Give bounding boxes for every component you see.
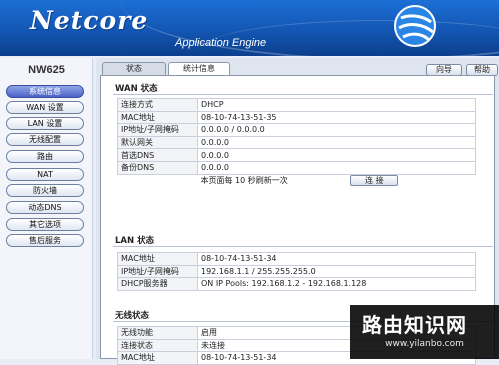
sidebar-item-wan[interactable]: WAN 设置 — [6, 101, 84, 114]
sidebar-item-lan[interactable]: LAN 设置 — [6, 117, 84, 130]
sidebar-item-ddns[interactable]: 动态DNS — [6, 201, 84, 214]
row-value: 0.0.0.0 — [197, 160, 476, 175]
divider — [113, 246, 493, 247]
row-key: 默认网关 — [117, 135, 198, 150]
watermark-title: 路由知识网 — [362, 313, 467, 337]
watermark-box: 路由知识网 www.yilanbo.com — [350, 305, 499, 359]
row-key: MAC地址 — [117, 110, 198, 125]
table-row: 连接方式 DHCP — [117, 98, 476, 112]
sidebar-item-nat[interactable]: NAT — [6, 168, 84, 181]
row-value: 0.0.0.0 — [197, 148, 476, 162]
watermark-url: www.yilanbo.com — [385, 339, 464, 349]
row-key: IP地址/子网掩码 — [117, 264, 198, 279]
tab-status[interactable]: 状态 — [102, 62, 166, 75]
table-row: 默认网关 0.0.0.0 — [117, 135, 476, 150]
table-row: 备份DNS 0.0.0.0 — [117, 160, 476, 175]
sidebar: NW625 系统信息 WAN 设置 LAN 设置 无线配置 路由 NAT 防火墙… — [0, 58, 93, 359]
wan-section-title: WAN 状态 — [115, 84, 158, 94]
table-row: MAC地址 08-10-74-13-51-34 — [117, 252, 476, 266]
header-subtitle: Application Engine — [175, 37, 267, 49]
table-row: IP地址/子网掩码 0.0.0.0 / 0.0.0.0 — [117, 123, 476, 137]
sidebar-item-routing[interactable]: 路由 — [6, 150, 84, 163]
row-value: 192.168.1.1 / 255.255.255.0 — [197, 264, 476, 279]
row-key: DHCP服务器 — [117, 277, 198, 291]
row-key: MAC地址 — [117, 252, 198, 266]
row-key: 无线功能 — [117, 326, 198, 340]
header-banner: Netcore Application Engine — [0, 0, 499, 56]
table-row: DHCP服务器 ON IP Pools: 192.168.1.2 - 192.16… — [117, 277, 476, 291]
wireless-section-title: 无线状态 — [115, 311, 150, 321]
refresh-row: 本页面每 10 秒刷新一次 连 接 — [117, 174, 476, 187]
empty-cell — [117, 174, 198, 187]
lan-status-table: MAC地址 08-10-74-13-51-34 IP地址/子网掩码 192.168.… — [117, 252, 476, 291]
table-row: 首选DNS 0.0.0.0 — [117, 148, 476, 162]
row-key: MAC地址 — [117, 351, 198, 365]
row-key: IP地址/子网掩码 — [117, 123, 198, 137]
sidebar-item-firewall[interactable]: 防火墙 — [6, 184, 84, 197]
row-value: 08-10-74-13-51-34 — [197, 252, 476, 266]
sidebar-item-wireless[interactable]: 无线配置 — [6, 133, 84, 146]
sidebar-item-other[interactable]: 其它选项 — [6, 218, 84, 231]
row-key: 首选DNS — [117, 148, 198, 162]
sidebar-item-system-info[interactable]: 系统信息 — [6, 85, 84, 98]
globe-icon — [394, 5, 436, 47]
sidebar-item-service[interactable]: 售后服务 — [6, 234, 84, 247]
table-row: IP地址/子网掩码 192.168.1.1 / 255.255.255.0 — [117, 264, 476, 279]
device-model: NW625 — [28, 64, 65, 76]
refresh-text: 本页面每 10 秒刷新一次 — [200, 176, 288, 186]
row-key: 连接方式 — [117, 98, 198, 112]
row-value: 0.0.0.0 / 0.0.0.0 — [197, 123, 476, 137]
brand-logo: Netcore — [30, 6, 149, 35]
row-key: 备份DNS — [117, 160, 198, 175]
row-value: 08-10-74-13-51-35 — [197, 110, 476, 125]
divider — [113, 94, 493, 95]
refresh-cell: 本页面每 10 秒刷新一次 连 接 — [197, 174, 476, 187]
row-key: 连接状态 — [117, 338, 198, 353]
table-row: MAC地址 08-10-74-13-51-35 — [117, 110, 476, 125]
row-value: ON IP Pools: 192.168.1.2 - 192.168.1.128 — [197, 277, 476, 291]
connect-button[interactable]: 连 接 — [350, 175, 399, 187]
row-value: 0.0.0.0 — [197, 135, 476, 150]
wan-status-table: 连接方式 DHCP MAC地址 08-10-74-13-51-35 IP地址/子网掩… — [117, 98, 476, 187]
tab-statistics[interactable]: 统计信息 — [168, 62, 230, 76]
lan-section-title: LAN 状态 — [115, 236, 155, 246]
row-value: DHCP — [197, 98, 476, 112]
